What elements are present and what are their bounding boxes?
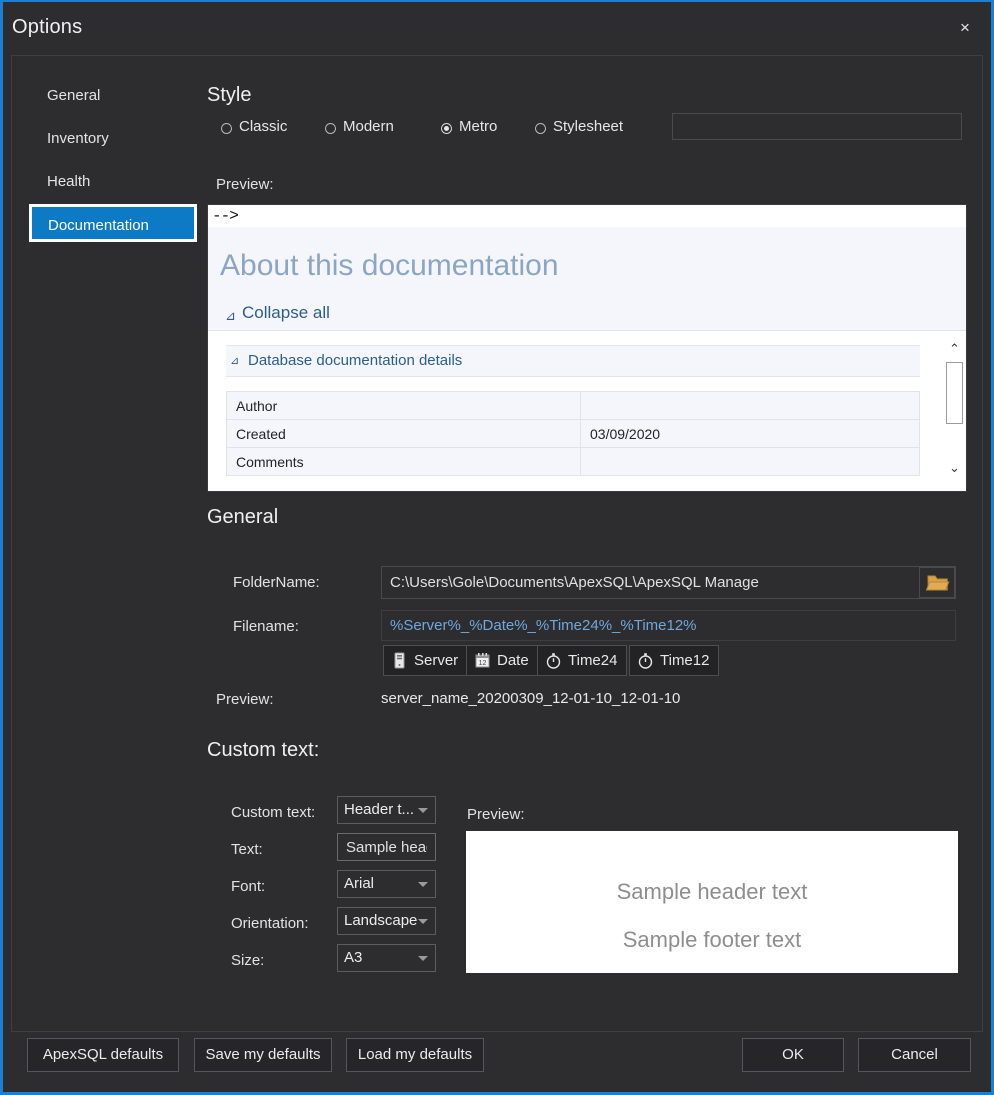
token-button-time24-label: Time24 (568, 652, 618, 669)
chevron-down-icon (418, 956, 428, 961)
close-icon[interactable]: × (945, 14, 985, 42)
stopwatch-icon (636, 651, 655, 670)
general-section-heading: General (207, 506, 279, 528)
custom-text-dropdown-value: Header t... (344, 801, 415, 818)
apexsql-defaults-button[interactable]: ApexSQL defaults (27, 1038, 179, 1072)
preview-collapse-all-row[interactable]: ⊿ Collapse all (208, 297, 966, 331)
token-button-server[interactable]: Server (383, 645, 469, 676)
cancel-button[interactable]: Cancel (858, 1038, 971, 1072)
orientation-field-label: Orientation: (231, 915, 309, 932)
preview-section-header[interactable]: ⊿ Database documentation details (226, 345, 920, 377)
table-cell-value: 03/09/2020 (580, 419, 920, 448)
server-icon (390, 651, 409, 670)
sidebar: General Inventory Health Documentation (12, 56, 202, 1031)
sidebar-item-general[interactable]: General (38, 83, 188, 109)
sidebar-item-documentation[interactable]: Documentation (29, 204, 197, 242)
table-cell-key: Created (226, 419, 581, 448)
preview-hero-title: About this documentation (220, 249, 559, 282)
style-preview-label: Preview: (216, 176, 274, 193)
token-button-time24[interactable]: Time24 (537, 645, 628, 676)
token-button-date-label: Date (497, 652, 529, 669)
token-button-date[interactable]: 12 Date (466, 645, 539, 676)
token-button-time12[interactable]: Time12 (629, 645, 720, 676)
table-cell-value (580, 391, 920, 420)
save-my-defaults-button[interactable]: Save my defaults (194, 1038, 332, 1072)
stylesheet-path-input[interactable] (672, 113, 962, 140)
scroll-down-icon[interactable]: ⌄ (943, 459, 966, 477)
radio-classic-label: Classic (239, 118, 288, 135)
radio-metro-indicator (441, 123, 452, 134)
radio-modern-label: Modern (343, 118, 394, 135)
filename-input[interactable] (381, 610, 956, 641)
section-title-label: Database documentation details (248, 352, 463, 369)
sidebar-item-inventory[interactable]: Inventory (38, 126, 188, 152)
folder-open-glyph (925, 575, 950, 591)
size-dropdown[interactable]: A3 (337, 944, 436, 972)
preview-footer-text: Sample footer text (622, 927, 802, 952)
radio-modern-indicator (325, 123, 336, 134)
content-pane: Style Classic Modern Metro Stylesheet Pr… (202, 56, 982, 1031)
collapse-triangle-icon: ⊿ (225, 308, 236, 323)
radio-stylesheet-indicator (535, 123, 546, 134)
style-section-heading: Style (207, 84, 252, 106)
table-cell-key: Comments (226, 447, 581, 476)
filename-preview-label: Preview: (216, 691, 274, 708)
orientation-dropdown[interactable]: Landscape (337, 907, 436, 935)
folder-name-input[interactable] (381, 566, 956, 599)
radio-stylesheet-label: Stylesheet (553, 118, 624, 135)
custom-text-text-input[interactable] (337, 833, 436, 861)
calendar-icon: 12 (473, 651, 492, 670)
table-row: Author (226, 391, 920, 420)
preview-details-table: Author Created 03/09/2020 Comments (226, 391, 920, 476)
text-field-label: Text: (231, 841, 263, 858)
custom-text-preview-label: Preview: (467, 806, 525, 823)
folder-open-icon[interactable] (919, 567, 955, 598)
font-field-label: Font: (231, 878, 266, 895)
table-row: Comments (226, 447, 920, 476)
folder-name-label: FolderName: (233, 574, 320, 591)
table-row: Created 03/09/2020 (226, 419, 920, 448)
font-dropdown-value: Arial (344, 875, 375, 892)
size-field-label: Size: (231, 952, 265, 969)
scrollbar-thumb[interactable] (946, 362, 963, 424)
options-dialog-window: Options × General Inventory Health Docum… (0, 0, 994, 1095)
preview-arrow-text: --> (212, 207, 239, 225)
title-bar: Options × (3, 2, 991, 51)
chevron-down-icon (418, 919, 428, 924)
table-cell-value (580, 447, 920, 476)
documentation-preview-panel: --> About this documentation ⊿ Collapse … (207, 204, 967, 492)
preview-header-text: Sample header text (616, 879, 808, 904)
chevron-down-icon (418, 882, 428, 887)
token-button-time12-label: Time12 (660, 652, 710, 669)
custom-text-dropdown[interactable]: Header t... (337, 796, 436, 824)
scroll-up-icon[interactable]: ⌃ (943, 340, 966, 358)
custom-text-preview-panel: Sample header text Sample footer text (466, 831, 958, 973)
font-dropdown[interactable]: Arial (337, 870, 436, 898)
svg-text:12: 12 (479, 660, 487, 667)
sidebar-item-health[interactable]: Health (38, 169, 188, 195)
radio-metro-label: Metro (459, 118, 498, 135)
orientation-dropdown-value: Landscape (344, 912, 418, 929)
custom-text-field-label: Custom text: (231, 804, 316, 821)
load-my-defaults-button[interactable]: Load my defaults (346, 1038, 484, 1072)
token-button-server-label: Server (414, 652, 459, 669)
window-title: Options (12, 16, 83, 38)
stopwatch-icon (544, 651, 563, 670)
collapse-all-label: Collapse all (242, 303, 330, 322)
preview-scrollbar[interactable]: ⌃ ⌄ (943, 340, 966, 477)
filename-label: Filename: (233, 618, 299, 635)
table-cell-key: Author (226, 391, 581, 420)
filename-preview-value: server_name_20200309_12-01-10_12-01-10 (381, 690, 681, 707)
chevron-down-icon (418, 808, 428, 813)
size-dropdown-value: A3 (344, 949, 363, 966)
dialog-body: General Inventory Health Documentation S… (11, 55, 983, 1032)
radio-classic-indicator (221, 123, 232, 134)
custom-text-section-heading: Custom text: (207, 739, 320, 761)
section-triangle-icon: ⊿ (230, 355, 240, 367)
ok-button[interactable]: OK (742, 1038, 844, 1072)
